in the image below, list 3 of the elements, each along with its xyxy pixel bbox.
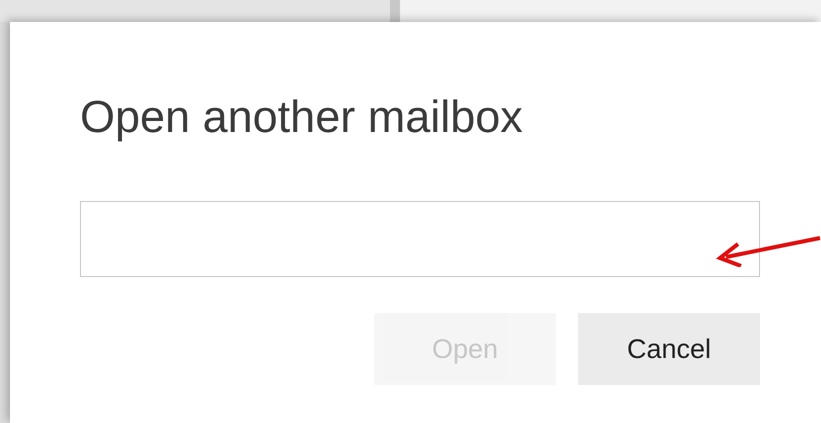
dialog-title: Open another mailbox — [80, 90, 524, 143]
mailbox-input-field[interactable] — [80, 201, 760, 277]
dialog-button[interactable]: Cancel — [578, 313, 760, 385]
